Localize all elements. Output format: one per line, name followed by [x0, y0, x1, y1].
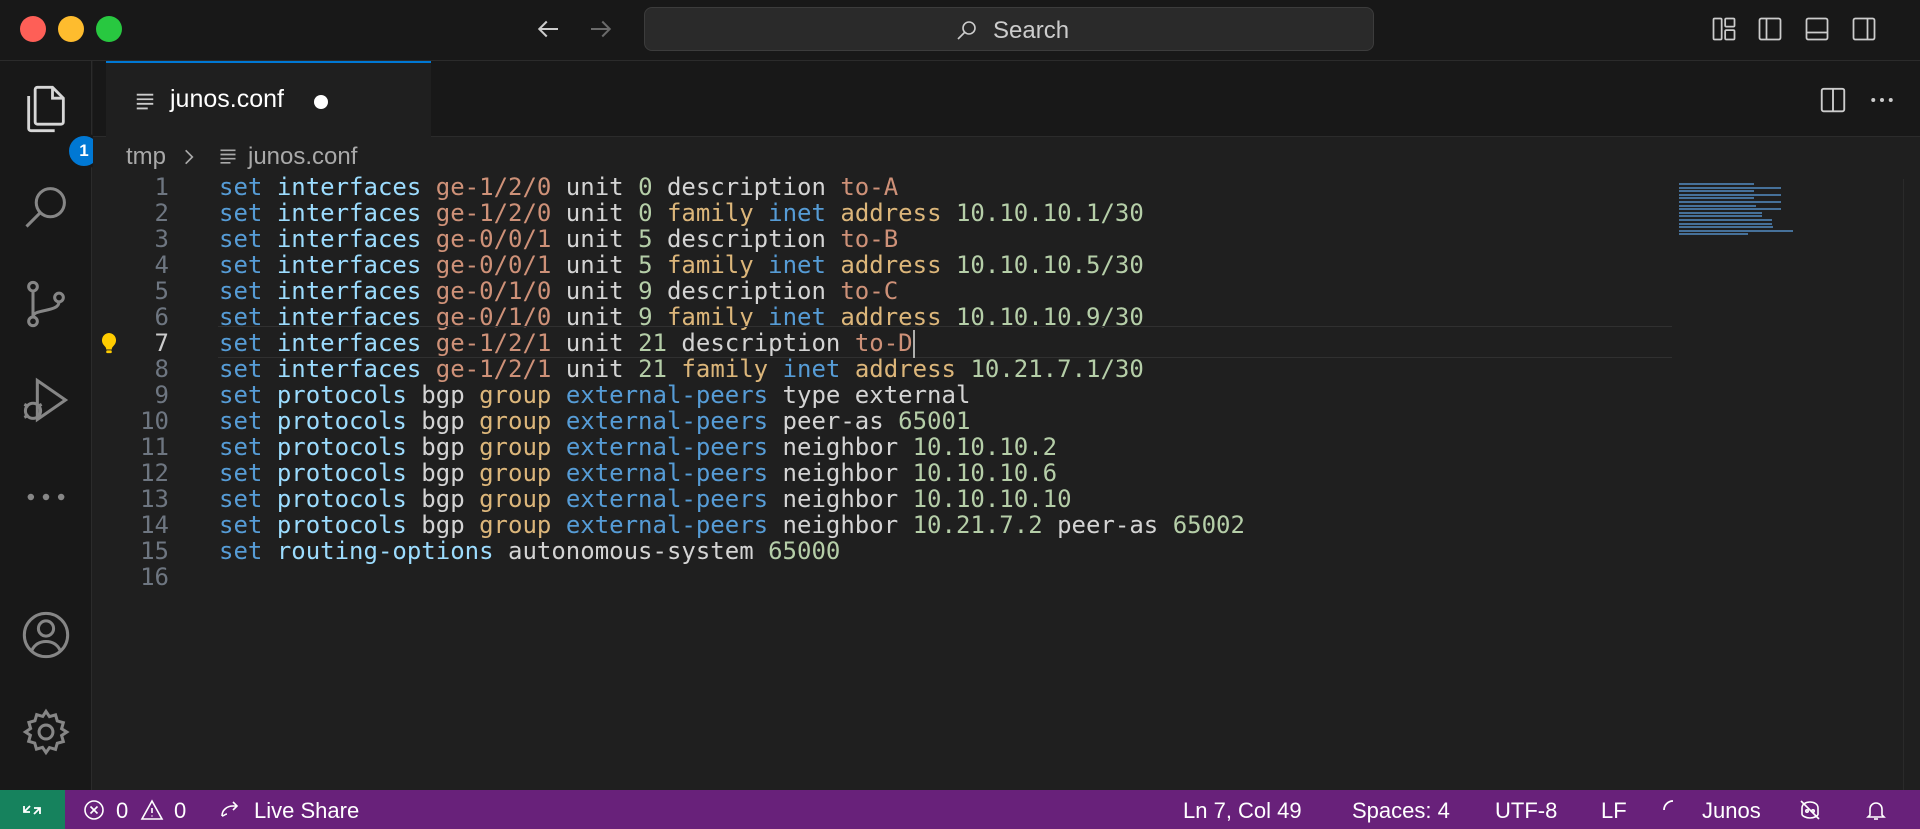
- indentation[interactable]: Spaces: 4: [1352, 798, 1450, 824]
- end-of-line[interactable]: LF: [1601, 798, 1627, 824]
- minimap-line: [1679, 233, 1748, 236]
- minimap-line: [1679, 183, 1755, 185]
- minimize-window-button[interactable]: [58, 16, 84, 42]
- explorer-files-icon[interactable]: 1: [20, 83, 102, 169]
- search-icon[interactable]: [20, 181, 72, 233]
- status-bar: 0 0 Live Share Ln 7, Col 49 Spaces: 4 UT…: [0, 790, 1920, 829]
- activity-bar: 1: [0, 61, 102, 790]
- gear-icon[interactable]: [20, 706, 72, 758]
- minimap-line: [1679, 222, 1772, 225]
- live-share-icon[interactable]: [218, 798, 242, 822]
- errors-count[interactable]: 0: [116, 798, 128, 824]
- minimap-line: [1679, 190, 1755, 193]
- text-file-icon: [220, 149, 236, 164]
- line-number: 16: [140, 563, 169, 591]
- more-actions-icon[interactable]: [1867, 85, 1897, 115]
- bell-icon[interactable]: [1864, 798, 1888, 822]
- minimap-line: [1679, 211, 1763, 214]
- editor-tab-bar: junos.conf: [93, 61, 1920, 137]
- customize-layout-icon[interactable]: [1710, 15, 1738, 43]
- toggle-primary-sidebar-icon[interactable]: [1756, 15, 1784, 43]
- warnings-count[interactable]: 0: [174, 798, 186, 824]
- remote-icon: [23, 805, 41, 815]
- search-icon: [957, 21, 976, 40]
- minimap-line: [1679, 193, 1782, 196]
- minimap-line: [1679, 186, 1782, 189]
- encoding[interactable]: UTF-8: [1495, 798, 1557, 824]
- search-label: Search: [993, 17, 1070, 44]
- code-line[interactable]: 16: [93, 561, 1673, 593]
- toggle-secondary-sidebar-icon[interactable]: [1850, 15, 1878, 43]
- error-circle-icon[interactable]: [82, 798, 106, 822]
- minimap-line: [1679, 215, 1763, 218]
- more-dots-icon[interactable]: [20, 471, 72, 523]
- code-editor[interactable]: 1 set interfaces ge-1/2/0 unit 0 descript…: [93, 173, 1920, 790]
- toggle-panel-icon[interactable]: [1803, 15, 1831, 43]
- loading-spinner-icon: [1661, 798, 1685, 822]
- minimap-line: [1679, 197, 1755, 200]
- run-and-debug-icon[interactable]: [20, 374, 72, 426]
- cursor-position[interactable]: Ln 7, Col 49: [1183, 798, 1302, 824]
- breadcrumb-file[interactable]: junos.conf: [248, 143, 357, 171]
- minimap-line: [1679, 204, 1756, 207]
- back-arrow-icon[interactable]: [533, 14, 563, 44]
- zoom-window-button[interactable]: [96, 16, 122, 42]
- title-bar: Search: [0, 0, 1920, 61]
- source-control-icon[interactable]: [20, 278, 72, 330]
- forward-arrow-icon[interactable]: [586, 14, 616, 44]
- tab-junos-conf[interactable]: junos.conf: [106, 61, 431, 137]
- minimap[interactable]: [1679, 179, 1819, 249]
- split-editor-icon[interactable]: [1818, 85, 1848, 115]
- warning-triangle-icon[interactable]: [140, 798, 164, 822]
- unsaved-dot-icon[interactable]: [314, 95, 328, 109]
- close-window-button[interactable]: [20, 16, 46, 42]
- vertical-scrollbar[interactable]: [1903, 179, 1920, 790]
- minimap-line: [1679, 208, 1782, 211]
- copilot-icon[interactable]: [1798, 798, 1822, 822]
- vscode-window: Search 1 junos.conf tmp junos.conf 1 set…: [0, 0, 1920, 829]
- minimap-line: [1679, 226, 1774, 229]
- accounts-icon[interactable]: [20, 609, 72, 661]
- command-center-search[interactable]: Search: [644, 7, 1374, 51]
- language-mode[interactable]: Junos: [1702, 798, 1761, 824]
- text-file-icon: [136, 93, 154, 110]
- live-share-label[interactable]: Live Share: [254, 798, 359, 824]
- tab-label: junos.conf: [170, 85, 284, 113]
- minimap-line: [1679, 201, 1782, 203]
- minimap-line: [1679, 229, 1793, 232]
- chevron-right-icon: [185, 149, 194, 165]
- remote-indicator[interactable]: [0, 790, 65, 829]
- minimap-line: [1679, 219, 1772, 221]
- breadcrumb-folder[interactable]: tmp: [126, 143, 166, 171]
